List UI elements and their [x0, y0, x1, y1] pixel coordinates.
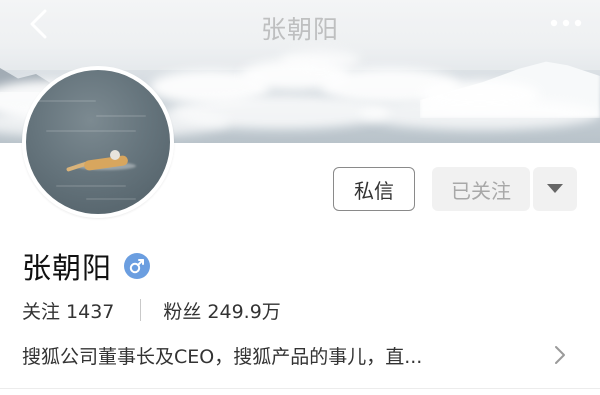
followers-stat[interactable]: 粉丝 249.9万	[163, 297, 280, 324]
more-dots-icon	[550, 19, 582, 27]
stats-row: 关注 1437 粉丝 249.9万	[22, 296, 281, 324]
caret-down-icon	[547, 184, 563, 193]
following-count: 1437	[66, 300, 115, 323]
bio-text: 搜狐公司董事长及CEO，搜狐产品的事儿，直...	[22, 345, 423, 368]
user-name: 张朝阳	[22, 251, 113, 285]
following-stat[interactable]: 关注 1437	[22, 297, 114, 324]
top-navigation-bar: 张朝阳	[0, 0, 600, 50]
following-label: 关注	[22, 300, 61, 323]
name-row: 张朝阳	[22, 248, 151, 285]
avatar[interactable]	[22, 66, 174, 218]
more-button[interactable]	[546, 8, 586, 38]
stat-divider	[140, 299, 142, 321]
followers-label: 粉丝	[163, 300, 202, 323]
section-divider	[0, 388, 600, 389]
followers-count: 249.9万	[207, 300, 281, 323]
bio-row[interactable]: 搜狐公司董事长及CEO，搜狐产品的事儿，直...	[22, 340, 578, 370]
male-icon	[124, 253, 151, 279]
message-button[interactable]: 私信	[333, 167, 415, 211]
chevron-right-icon	[555, 346, 565, 364]
more-options-button[interactable]	[533, 167, 577, 211]
page-title: 张朝阳	[260, 15, 339, 44]
followed-button[interactable]: 已关注	[432, 167, 530, 211]
